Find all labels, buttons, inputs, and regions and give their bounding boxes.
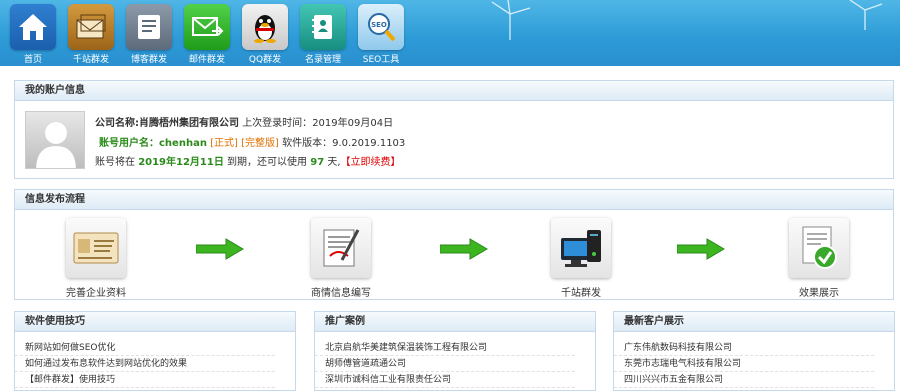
expiry-mid: 到期，还可以使用 xyxy=(227,157,308,168)
computer-network-icon xyxy=(551,218,611,278)
panel-title: 我的账户信息 xyxy=(15,81,893,101)
list-item[interactable]: 四川兴兴市五金有限公司 xyxy=(614,372,874,388)
list-item[interactable]: 北京启航华美建筑保温装饰工程有限公司 xyxy=(315,340,575,356)
flow-arrow-icon xyxy=(196,238,244,260)
business-card-icon xyxy=(66,218,126,278)
contacts-book-icon xyxy=(300,4,346,50)
account-panel: 我的账户信息 公司名称:肖腾梧州集团有限公司 上次登录时间：2019年09月04… xyxy=(14,80,894,179)
nav-item-directory[interactable]: 名录管理 xyxy=(294,4,352,66)
flow-step-results[interactable]: 效果展示 xyxy=(769,218,869,299)
status-full-badge: [完整版] xyxy=(241,138,279,149)
mail-stack-icon xyxy=(68,4,114,50)
nav-label: SEO工具 xyxy=(362,55,400,65)
flow-step-label: 完善企业资料 xyxy=(66,288,126,299)
main-nav: 首页 千站群发 博客群发 邮件群发 QQ群发 名录管理 SEO SEO工具 xyxy=(4,4,410,66)
renew-link[interactable]: 【立即续费】 xyxy=(341,157,401,168)
days-unit: 天, xyxy=(327,157,341,168)
list-item[interactable]: 胡师傅管道疏通公司 xyxy=(315,356,575,372)
flow-step-label: 商情信息编写 xyxy=(311,288,371,299)
username-value: chenhan xyxy=(159,138,207,149)
company-name: 公司名称:肖腾梧州集团有限公司 xyxy=(95,118,239,129)
tips-panel: 软件使用技巧 新网站如何做SEO优化 如何通过发布息软件达到网站优化的效果 【邮… xyxy=(14,311,296,391)
company-line: 公司名称:肖腾梧州集团有限公司 上次登录时间：2019年09月04日 xyxy=(95,114,393,129)
publish-flow-panel: 信息发布流程 完善企业资料 商情信息编写 千站群发 效果展示 xyxy=(14,189,894,300)
avatar xyxy=(25,111,85,169)
panel-title: 推广案例 xyxy=(315,312,595,332)
last-login-label: 上次登录时间： xyxy=(242,118,313,129)
flow-arrow-icon xyxy=(440,238,488,260)
expiry-prefix: 账号将在 xyxy=(95,157,135,168)
flow-step-site-broadcast[interactable]: 千站群发 xyxy=(531,218,631,299)
list-item[interactable]: 新网站如何做SEO优化 xyxy=(15,340,275,356)
seo-magnifier-icon: SEO xyxy=(358,4,404,50)
flow-step-label: 千站群发 xyxy=(561,288,601,299)
nav-item-site-broadcast[interactable]: 千站群发 xyxy=(62,4,120,66)
checkmark-document-icon xyxy=(789,218,849,278)
email-send-icon xyxy=(184,4,230,50)
cases-panel: 推广案例 北京启航华美建筑保温装饰工程有限公司 胡师傅管道疏通公司 深圳市诚科信… xyxy=(314,311,596,391)
panel-title: 信息发布流程 xyxy=(15,190,893,210)
top-nav-bar: 首页 千站群发 博客群发 邮件群发 QQ群发 名录管理 SEO SEO工具 xyxy=(0,0,900,66)
nav-item-blog-broadcast[interactable]: 博客群发 xyxy=(120,4,178,66)
last-login-value: 2019年09月04日 xyxy=(312,118,394,129)
list-item[interactable]: 深圳市诚科信工业有限责任公司 xyxy=(315,372,575,388)
svg-text:SEO: SEO xyxy=(371,21,387,29)
flow-arrow-icon xyxy=(677,238,725,260)
clients-panel: 最新客户展示 广东伟航数码科技有限公司 东莞市志瑞电气科技有限公司 四川兴兴市五… xyxy=(613,311,895,391)
edit-document-icon xyxy=(311,218,371,278)
username-line: 账号用户名：chenhan [正式] [完整版] 软件版本：9.0.2019.1… xyxy=(99,134,405,149)
nav-item-email-broadcast[interactable]: 邮件群发 xyxy=(178,4,236,66)
expiry-line: 账号将在 2019年12月11日 到期，还可以使用 97 天,【立即续费】 xyxy=(95,153,401,168)
nav-label: 邮件群发 xyxy=(188,55,225,65)
wind-turbine-decoration xyxy=(849,0,883,30)
qq-penguin-icon xyxy=(242,4,288,50)
nav-label: QQ群发 xyxy=(248,55,282,65)
wind-turbine-decoration xyxy=(491,0,531,40)
panel-title: 软件使用技巧 xyxy=(15,312,295,332)
expiry-date: 2019年12月11日 xyxy=(138,157,224,168)
blog-icon xyxy=(126,4,172,50)
nav-label: 博客群发 xyxy=(130,55,167,65)
nav-item-home[interactable]: 首页 xyxy=(4,4,62,66)
version-value: 9.0.2019.1103 xyxy=(332,138,406,149)
username-label: 账号用户名： xyxy=(99,138,159,149)
status-official-badge: [正式] xyxy=(210,138,238,149)
nav-item-qq-broadcast[interactable]: QQ群发 xyxy=(236,4,294,66)
nav-item-seo-tools[interactable]: SEO SEO工具 xyxy=(352,4,410,66)
nav-label: 首页 xyxy=(23,55,42,65)
flow-step-write-info[interactable]: 商情信息编写 xyxy=(291,218,391,299)
flow-step-label: 效果展示 xyxy=(799,288,839,299)
nav-label: 千站群发 xyxy=(72,55,109,65)
days-left: 97 xyxy=(310,157,325,168)
list-item[interactable]: 东莞市志瑞电气科技有限公司 xyxy=(614,356,874,372)
version-label: 软件版本： xyxy=(282,138,333,149)
home-icon xyxy=(10,4,56,50)
flow-step-company-profile[interactable]: 完善企业资料 xyxy=(46,218,146,299)
nav-label: 名录管理 xyxy=(304,55,341,65)
list-item[interactable]: 广东伟航数码科技有限公司 xyxy=(614,340,874,356)
panel-title: 最新客户展示 xyxy=(614,312,894,332)
list-item[interactable]: 如何通过发布息软件达到网站优化的效果 xyxy=(15,356,275,372)
list-item[interactable]: 【邮件群发】使用技巧 xyxy=(15,372,275,388)
